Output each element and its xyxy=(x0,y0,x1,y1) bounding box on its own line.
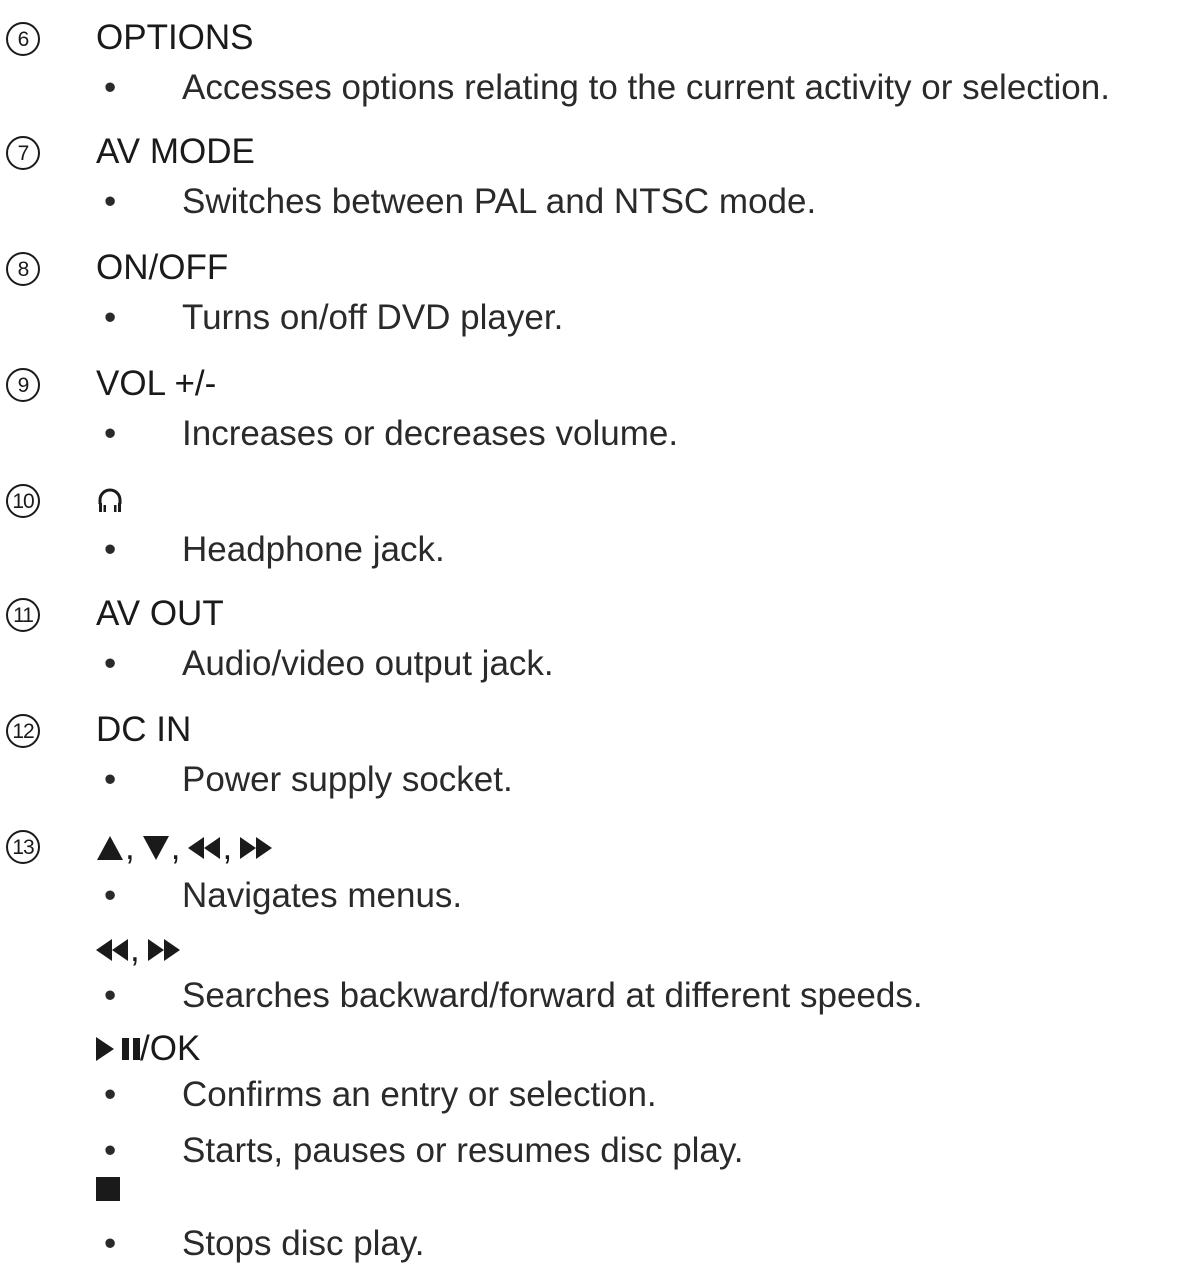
bullet-mark: • xyxy=(104,182,117,221)
bullet-text: Accesses options relating to the current… xyxy=(182,68,1110,107)
fast-forward-icon xyxy=(147,939,180,961)
bullet-mark: • xyxy=(104,298,117,337)
item-heading: ON/OFF xyxy=(96,248,229,287)
bullet-text: Searches backward/forward at different s… xyxy=(182,976,923,1015)
bullet-text: Power supply socket. xyxy=(182,760,513,799)
bullet-mark: • xyxy=(104,1131,117,1170)
bullet-mark: • xyxy=(104,760,117,799)
search-symbols: , xyxy=(96,928,180,972)
stop-icon xyxy=(96,1177,120,1201)
bullet-text: Turns on/off DVD player. xyxy=(182,298,564,337)
rewind-icon xyxy=(188,837,221,859)
up-triangle-icon xyxy=(97,836,123,860)
separator: , xyxy=(170,828,181,867)
item-heading: OPTIONS xyxy=(96,18,254,57)
bullet-mark: • xyxy=(104,1075,117,1114)
bullet-mark: • xyxy=(104,68,117,107)
bullet-mark: • xyxy=(104,414,117,453)
separator: , xyxy=(125,828,135,867)
down-triangle-icon xyxy=(142,836,169,860)
item-number: 6 xyxy=(6,22,40,56)
bullet-mark: • xyxy=(104,644,117,683)
bullet-text: Confirms an entry or selection. xyxy=(182,1075,657,1114)
navigation-symbols: , , , xyxy=(97,826,273,870)
bullet-mark: • xyxy=(104,976,117,1015)
item-number: 9 xyxy=(6,368,40,402)
item-heading: VOL +/- xyxy=(96,364,217,403)
bullet-text: Navigates menus. xyxy=(182,876,463,915)
item-heading: AV MODE xyxy=(96,132,255,171)
bullet-mark: • xyxy=(104,530,117,569)
stop-symbol xyxy=(96,1177,120,1201)
bullet-text: Switches between PAL and NTSC mode. xyxy=(182,182,817,221)
fast-forward-icon xyxy=(240,837,273,859)
bullet-mark: • xyxy=(104,876,117,915)
item-number: 8 xyxy=(6,252,40,286)
ok-label: /OK xyxy=(140,1029,201,1068)
item-number: 7 xyxy=(6,136,40,170)
bullet-mark: • xyxy=(104,1224,117,1263)
item-number: 13 xyxy=(6,830,40,864)
bullet-text: Stops disc play. xyxy=(182,1224,425,1263)
play-pause-ok-label: /OK xyxy=(96,1027,200,1071)
headphone-icon xyxy=(96,486,124,516)
play-pause-icon xyxy=(96,1037,140,1061)
manual-page: 6 OPTIONS • Accesses options relating to… xyxy=(0,0,1180,1269)
rewind-icon xyxy=(96,939,128,961)
bullet-text: Audio/video output jack. xyxy=(182,644,554,683)
item-number: 12 xyxy=(6,714,40,748)
separator: , xyxy=(130,930,140,969)
item-heading: AV OUT xyxy=(96,594,224,633)
bullet-text: Headphone jack. xyxy=(182,530,445,569)
item-heading: DC IN xyxy=(96,710,192,749)
bullet-text: Increases or decreases volume. xyxy=(182,414,679,453)
item-number: 11 xyxy=(6,598,40,632)
separator: , xyxy=(222,828,233,867)
item-number: 10 xyxy=(6,484,40,518)
bullet-text: Starts, pauses or resumes disc play. xyxy=(182,1131,744,1170)
